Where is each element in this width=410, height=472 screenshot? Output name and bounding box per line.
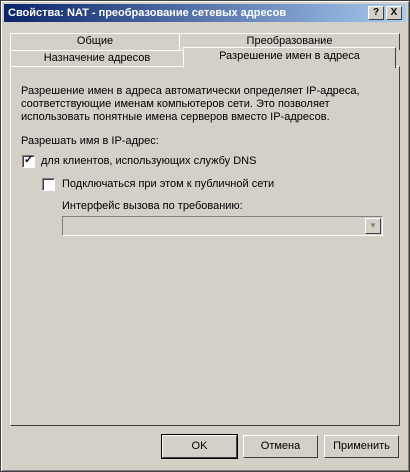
- resolve-label: Разрешать имя в IP-адрес:: [21, 135, 159, 147]
- title-bar: Свойства: NAT - преобразование сетевых а…: [4, 4, 406, 22]
- connect-public-checkbox[interactable]: [42, 178, 55, 191]
- dns-clients-label[interactable]: для клиентов, использующих службу DNS: [41, 155, 256, 167]
- description-text: Разрешение имен в адреса автоматически о…: [21, 85, 360, 123]
- help-button[interactable]: ?: [368, 6, 384, 20]
- tab-name-resolution[interactable]: Разрешение имен в адреса: [183, 47, 396, 68]
- connect-public-label[interactable]: Подключаться при этом к публичной сети: [62, 178, 274, 190]
- ok-button[interactable]: OK: [161, 434, 238, 459]
- checkmark-icon: ✓: [24, 154, 34, 166]
- tab-name-resolution-label: Разрешение имен в адреса: [219, 50, 360, 62]
- demand-dial-label: Интерфейс вызова по требованию:: [62, 200, 243, 212]
- tab-panel: Разрешение имен в адреса автоматически о…: [10, 66, 400, 426]
- properties-dialog: Свойства: NAT - преобразование сетевых а…: [0, 0, 410, 472]
- tab-translation-label: Преобразование: [246, 35, 333, 47]
- cancel-button[interactable]: Отмена: [243, 435, 318, 458]
- tab-address-assignment[interactable]: Назначение адресов: [10, 50, 184, 67]
- tab-general[interactable]: Общие: [10, 33, 180, 50]
- tab-address-assignment-label: Назначение адресов: [43, 52, 151, 64]
- chevron-down-icon[interactable]: ▼: [365, 218, 381, 234]
- tab-general-label: Общие: [76, 35, 114, 47]
- demand-dial-combobox[interactable]: ▼: [62, 216, 383, 236]
- dns-clients-checkbox[interactable]: ✓: [22, 154, 35, 168]
- close-button[interactable]: X: [386, 6, 402, 20]
- apply-button[interactable]: Применить: [324, 435, 399, 458]
- window-title: Свойства: NAT - преобразование сетевых а…: [8, 7, 287, 19]
